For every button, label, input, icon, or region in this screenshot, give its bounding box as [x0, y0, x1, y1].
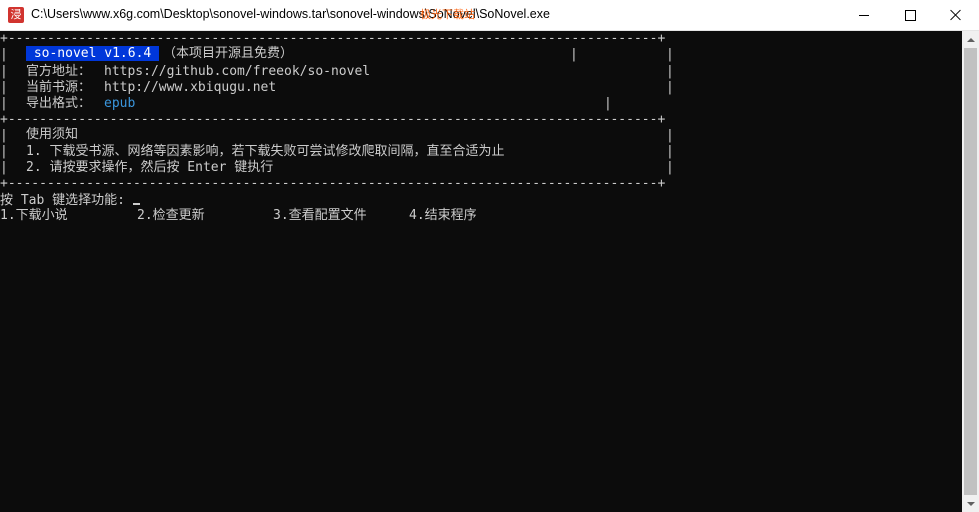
notice-item-2: 2. 请按要求操作，然后按 Enter 键执行	[26, 160, 274, 175]
scroll-down-arrow-icon	[966, 501, 975, 506]
app-name-badge: so-novel v1.6.4	[26, 46, 160, 62]
app-icon[interactable]: 浸	[8, 7, 24, 23]
maximize-icon	[904, 9, 916, 21]
minimize-button[interactable]	[841, 0, 887, 30]
box-left-edge: |	[0, 128, 8, 143]
box-left-edge: |	[0, 160, 8, 175]
box-left-edge: |	[0, 144, 8, 159]
box-bottom-border: +---------------------------------------…	[0, 176, 666, 191]
notice-item-1: 1. 下载受书源、网络等因素影响，若下载失败可尝试修改爬取间隔，直至合适为止	[26, 144, 505, 159]
app-name: so-novel v1.6.4	[26, 46, 160, 61]
prompt-line: 按 Tab 键选择功能:	[0, 193, 140, 209]
box-inner-edge: |	[604, 96, 612, 111]
format-value: epub	[104, 96, 136, 111]
maximize-button[interactable]	[887, 0, 933, 30]
box-left-edge: |	[0, 64, 8, 79]
open-source-note: （本项目开源且免费）	[163, 46, 294, 61]
box-right-edge: |	[666, 80, 674, 95]
format-label: 导出格式：	[26, 96, 92, 111]
box-right-edge: |	[666, 128, 674, 143]
scroll-thumb[interactable]	[964, 48, 977, 495]
console-output[interactable]: +---------------------------------------…	[0, 31, 962, 512]
official-url-label: 官方地址：	[26, 64, 92, 79]
menu-option-view-config[interactable]: 3.查看配置文件	[273, 208, 367, 224]
text-cursor	[132, 203, 140, 205]
minimize-icon	[859, 14, 869, 16]
box-left-edge: |	[0, 47, 8, 62]
scroll-down-button[interactable]	[962, 495, 979, 512]
close-button[interactable]	[933, 0, 979, 30]
notice-title: 使用须知	[26, 127, 79, 142]
official-url: https://github.com/freeok/so-novel	[104, 64, 371, 79]
menu-option-check-update[interactable]: 2.检查更新	[137, 208, 205, 224]
box-left-edge: |	[0, 80, 8, 95]
source-url: http://www.xbiqugu.net	[104, 80, 277, 95]
box-right-edge: |	[666, 160, 674, 175]
box-inner-edge: |	[570, 47, 578, 62]
box-right-edge: |	[666, 47, 674, 62]
title-bar[interactable]: 浸 C:\Users\www.x6g.com\Desktop\sonovel-w…	[0, 0, 979, 31]
menu-option-download[interactable]: 1.下载小说	[0, 208, 68, 224]
box-top-border: +---------------------------------------…	[0, 31, 666, 46]
box-right-edge: |	[666, 64, 674, 79]
source-label: 当前书源：	[26, 80, 92, 95]
scroll-up-arrow-icon	[966, 37, 975, 42]
watermark: 极光下载站	[420, 8, 475, 21]
box-left-edge: |	[0, 96, 8, 111]
menu-option-exit[interactable]: 4.结束程序	[409, 208, 477, 224]
function-prompt: 按 Tab 键选择功能:	[0, 193, 133, 208]
box-mid-border: +---------------------------------------…	[0, 112, 666, 127]
console-window: 浸 C:\Users\www.x6g.com\Desktop\sonovel-w…	[0, 0, 979, 512]
box-right-edge: |	[666, 144, 674, 159]
vertical-scrollbar[interactable]	[962, 31, 979, 512]
scroll-up-button[interactable]	[962, 31, 979, 48]
close-icon	[950, 9, 962, 21]
